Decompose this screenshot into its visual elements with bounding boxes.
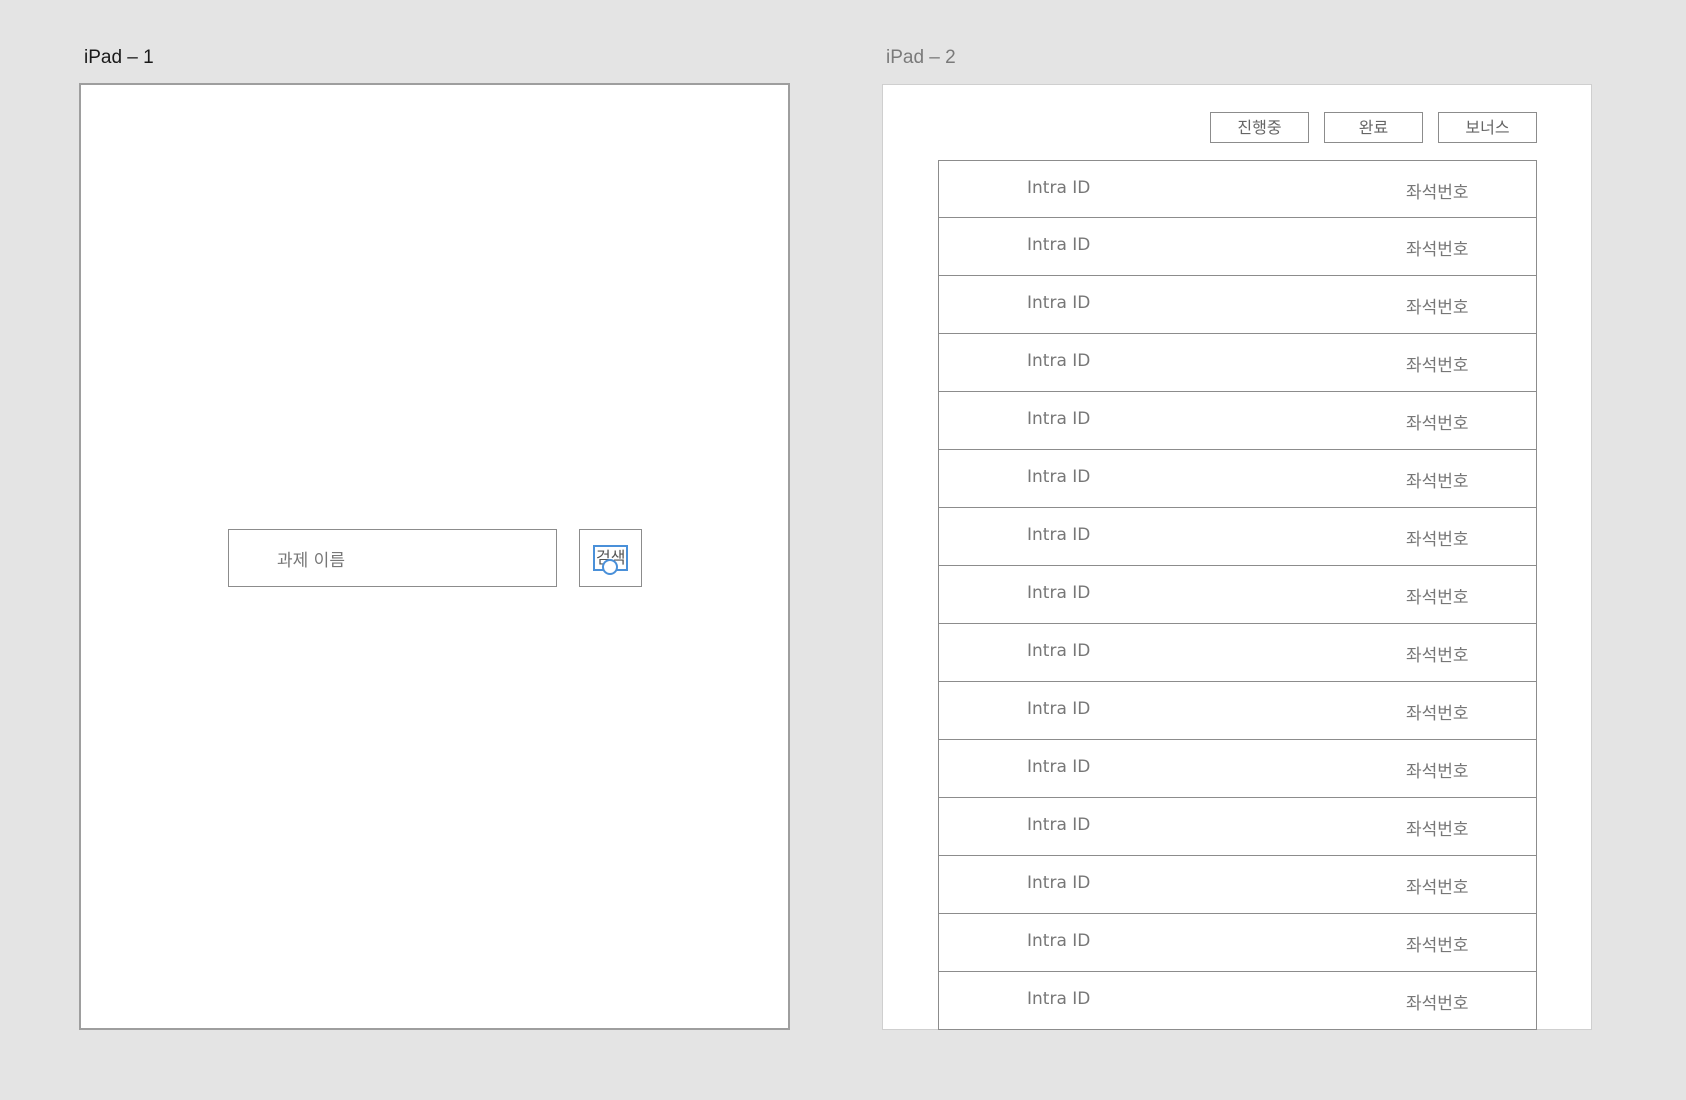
seat-number: 좌석번호 (1406, 530, 1469, 550)
seat-number: 좌석번호 (1406, 588, 1469, 608)
seat-number: 좌석번호 (1406, 183, 1469, 203)
list-item[interactable]: Intra ID 좌석번호 (938, 334, 1537, 392)
student-list: Intra ID 좌석번호 Intra ID 좌석번호 Intra ID 좌석번호 I… (938, 160, 1537, 1030)
list-item[interactable]: Intra ID 좌석번호 (938, 624, 1537, 682)
intra-id: Intra ID (1027, 409, 1091, 429)
intra-id: Intra ID (1027, 989, 1091, 1009)
seat-number: 좌석번호 (1406, 878, 1469, 898)
list-item[interactable]: Intra ID 좌석번호 (938, 450, 1537, 508)
filter-bonus-button[interactable]: 보너스 (1438, 112, 1537, 143)
seat-number: 좌석번호 (1406, 820, 1469, 840)
intra-id: Intra ID (1027, 351, 1091, 371)
intra-id: Intra ID (1027, 467, 1091, 487)
list-item[interactable]: Intra ID 좌석번호 (938, 740, 1537, 798)
intra-id: Intra ID (1027, 815, 1091, 835)
intra-id: Intra ID (1027, 178, 1091, 198)
artboard-ipad-1: 과제 이름 검색 (79, 83, 790, 1030)
intra-id: Intra ID (1027, 873, 1091, 893)
seat-number: 좌석번호 (1406, 646, 1469, 666)
intra-id: Intra ID (1027, 583, 1091, 603)
seat-number: 좌석번호 (1406, 994, 1469, 1014)
intra-id: Intra ID (1027, 641, 1091, 661)
list-item[interactable]: Intra ID 좌석번호 (938, 798, 1537, 856)
intra-id: Intra ID (1027, 699, 1091, 719)
selection-handle-icon (602, 559, 618, 575)
assignment-name-placeholder: 과제 이름 (277, 551, 345, 571)
intra-id: Intra ID (1027, 757, 1091, 777)
assignment-name-input[interactable]: 과제 이름 (228, 529, 557, 587)
list-item[interactable]: Intra ID 좌석번호 (938, 276, 1537, 334)
intra-id: Intra ID (1027, 931, 1091, 951)
intra-id: Intra ID (1027, 293, 1091, 313)
list-item[interactable]: Intra ID 좌석번호 (938, 160, 1537, 218)
seat-number: 좌석번호 (1406, 240, 1469, 260)
seat-number: 좌석번호 (1406, 762, 1469, 782)
filter-done-button[interactable]: 완료 (1324, 112, 1423, 143)
artboard-title-ipad-1: iPad – 1 (84, 47, 154, 68)
list-item[interactable]: Intra ID 좌석번호 (938, 914, 1537, 972)
intra-id: Intra ID (1027, 525, 1091, 545)
seat-number: 좌석번호 (1406, 298, 1469, 318)
seat-number: 좌석번호 (1406, 704, 1469, 724)
intra-id: Intra ID (1027, 235, 1091, 255)
list-item[interactable]: Intra ID 좌석번호 (938, 972, 1537, 1030)
list-item[interactable]: Intra ID 좌석번호 (938, 508, 1537, 566)
list-item[interactable]: Intra ID 좌석번호 (938, 392, 1537, 450)
search-button[interactable]: 검색 (579, 529, 642, 587)
list-item[interactable]: Intra ID 좌석번호 (938, 218, 1537, 276)
filter-ongoing-button[interactable]: 진행중 (1210, 112, 1309, 143)
seat-number: 좌석번호 (1406, 414, 1469, 434)
seat-number: 좌석번호 (1406, 472, 1469, 492)
list-item[interactable]: Intra ID 좌석번호 (938, 856, 1537, 914)
artboard-ipad-2: 진행중 완료 보너스 Intra ID 좌석번호 Intra ID 좌석번호 Int… (882, 84, 1592, 1030)
seat-number: 좌석번호 (1406, 356, 1469, 376)
artboard-title-ipad-2: iPad – 2 (886, 47, 956, 68)
list-item[interactable]: Intra ID 좌석번호 (938, 682, 1537, 740)
list-item[interactable]: Intra ID 좌석번호 (938, 566, 1537, 624)
seat-number: 좌석번호 (1406, 936, 1469, 956)
